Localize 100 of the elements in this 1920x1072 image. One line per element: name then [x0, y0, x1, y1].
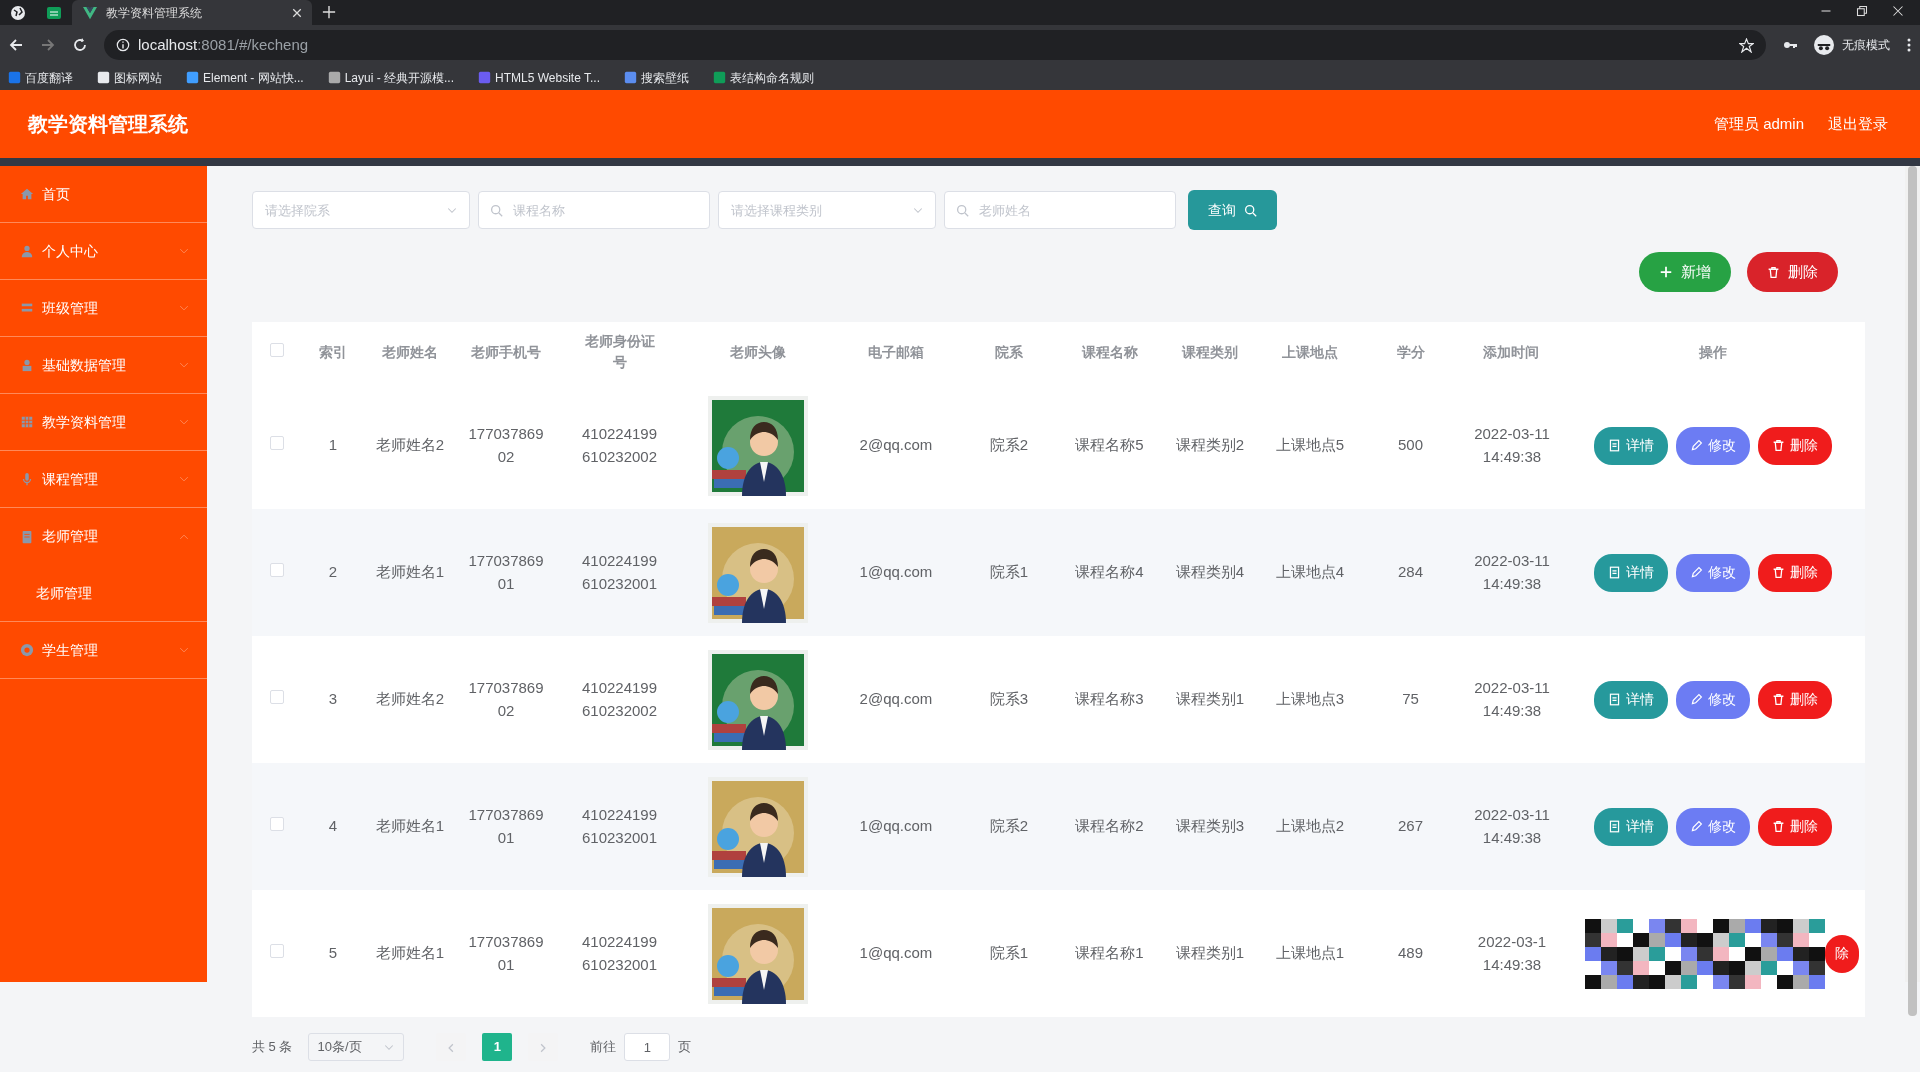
id-card-number: 410224199610232001: [581, 805, 658, 848]
bookmark-link[interactable]: Layui - 经典开源模...: [344, 68, 455, 87]
document-icon: [1608, 566, 1621, 579]
bookmark-link[interactable]: HTML5 Website T...: [495, 68, 600, 87]
course-type: 课程类别3: [1175, 817, 1245, 835]
bookmark-link[interactable]: Element - 网站快...: [203, 68, 304, 87]
search-button[interactable]: 查询: [1188, 190, 1277, 230]
person-icon: [20, 244, 34, 258]
edit-button[interactable]: 修改: [1676, 680, 1750, 719]
department-text: 院系3: [989, 690, 1029, 708]
bookmark-link[interactable]: 图标网站: [114, 68, 162, 87]
info-icon: [116, 38, 130, 52]
index-text: 3: [328, 690, 338, 708]
column-header: 课程名称: [1081, 343, 1138, 360]
grid-icon: [20, 415, 34, 429]
select-field[interactable]: 请选择课程类别: [718, 191, 936, 229]
delete-button[interactable]: 删除: [1758, 553, 1832, 592]
detail-button[interactable]: 详情: [1594, 807, 1668, 846]
page-number-field[interactable]: 1: [624, 1033, 671, 1061]
search-field[interactable]: 老师姓名: [944, 191, 1176, 229]
department-text: 院系1: [989, 563, 1029, 581]
department-text: 院系2: [989, 817, 1029, 835]
layers-icon: [20, 301, 34, 315]
bookmark-link[interactable]: 搜索壁纸: [641, 68, 689, 87]
edit-button[interactable]: 修改: [1676, 553, 1750, 592]
close-icon[interactable]: [292, 7, 302, 18]
column-header: 老师头像: [729, 343, 786, 360]
reload-icon[interactable]: [72, 37, 88, 53]
column-header: 老师手机号: [471, 343, 541, 360]
sidebar-item[interactable]: 基础数据管理: [0, 337, 207, 394]
delete-button[interactable]: 删除: [1758, 680, 1832, 719]
column-header: 学分: [1396, 343, 1425, 360]
bookmark-icon: [713, 71, 726, 84]
added-time: 2022-03-11 14:49:38: [1473, 424, 1551, 467]
forward-arrow-icon[interactable]: [40, 37, 56, 53]
page-size-select[interactable]: 10条/页: [308, 1033, 405, 1061]
page-button[interactable]: 1: [482, 1033, 513, 1061]
profile-label[interactable]: 无痕模式: [1842, 36, 1890, 54]
credits-text: 75: [1402, 690, 1419, 708]
delete-button[interactable]: 删除: [1758, 807, 1832, 846]
detail-button[interactable]: 详情: [1594, 426, 1668, 465]
bookmark-link[interactable]: 百度翻译: [25, 68, 73, 87]
address-bar[interactable]: localhost:8081/#/kecheng: [104, 30, 1766, 60]
sidebar-item[interactable]: 学生管理: [0, 622, 207, 679]
checkbox[interactable]: [269, 563, 284, 578]
edit-button[interactable]: 修改: [1676, 426, 1750, 465]
scrollbar-thumb[interactable]: [1908, 166, 1917, 1016]
index-text: 4: [328, 817, 338, 835]
new-tab-icon[interactable]: [322, 5, 336, 19]
column-header: 索引: [319, 343, 347, 360]
bookmark-icon: [478, 71, 492, 84]
page-suffix: 页: [678, 1038, 692, 1057]
delete-button[interactable]: 删除: [1747, 252, 1838, 292]
sidebar-item[interactable]: 老师管理: [0, 508, 207, 565]
checkbox[interactable]: [269, 436, 284, 451]
search-field[interactable]: 课程名称: [478, 191, 710, 229]
course-name: 课程名称5: [1075, 436, 1144, 454]
sidebar-item[interactable]: 班级管理: [0, 280, 207, 337]
checkbox[interactable]: [269, 944, 284, 959]
logout-link[interactable]: 退出登录: [1828, 112, 1888, 136]
column-header: 院系: [995, 343, 1023, 360]
delete-button[interactable]: 除: [1825, 934, 1859, 973]
bookmark-icon: [97, 71, 110, 84]
delete-button[interactable]: 删除: [1758, 426, 1832, 465]
star-icon[interactable]: [1739, 37, 1754, 53]
column-header: 操作: [1699, 343, 1727, 360]
search-icon: [1244, 203, 1257, 217]
detail-button[interactable]: 详情: [1594, 553, 1668, 592]
sidebar-subitem[interactable]: 老师管理: [0, 565, 207, 622]
back-arrow-icon[interactable]: [8, 37, 24, 53]
location-text: 上课地点4: [1275, 563, 1345, 581]
more-icon[interactable]: [1906, 37, 1912, 53]
column-header: 老师姓名: [382, 343, 438, 360]
sidebar-item[interactable]: 教学资料管理: [0, 394, 207, 451]
trash-icon: [1772, 439, 1785, 452]
pencil-icon: [1690, 693, 1703, 706]
sidebar-item[interactable]: 课程管理: [0, 451, 207, 508]
microphone-icon: [20, 472, 34, 486]
add-button[interactable]: 新增: [1639, 252, 1731, 292]
index-text: 2: [328, 563, 338, 581]
close-icon[interactable]: [1892, 5, 1904, 17]
checkbox[interactable]: [269, 342, 284, 357]
browser-tab[interactable]: 教学资料管理系统: [72, 0, 312, 25]
select-field[interactable]: 请选择院系: [252, 191, 470, 229]
bookmark-link[interactable]: 表结构命名规则: [730, 68, 814, 87]
column-header: 上课地点: [1282, 343, 1338, 360]
bookmark-icon: [327, 71, 341, 84]
checkbox[interactable]: [269, 690, 284, 705]
checkbox[interactable]: [269, 817, 284, 832]
sidebar-item[interactable]: 个人中心: [0, 223, 207, 280]
teacher-name: 老师姓名1: [375, 563, 445, 581]
vue-logo-icon: [82, 5, 98, 20]
detail-button[interactable]: 详情: [1594, 680, 1668, 719]
search-icon: [490, 204, 503, 217]
document-icon: [1608, 439, 1621, 452]
restore-icon[interactable]: [1856, 5, 1868, 17]
sidebar-item[interactable]: 首页: [0, 166, 207, 223]
edit-button[interactable]: 修改: [1676, 807, 1750, 846]
bookmark-icon: [8, 71, 21, 84]
user-label: 管理员 admin: [1713, 113, 1804, 134]
